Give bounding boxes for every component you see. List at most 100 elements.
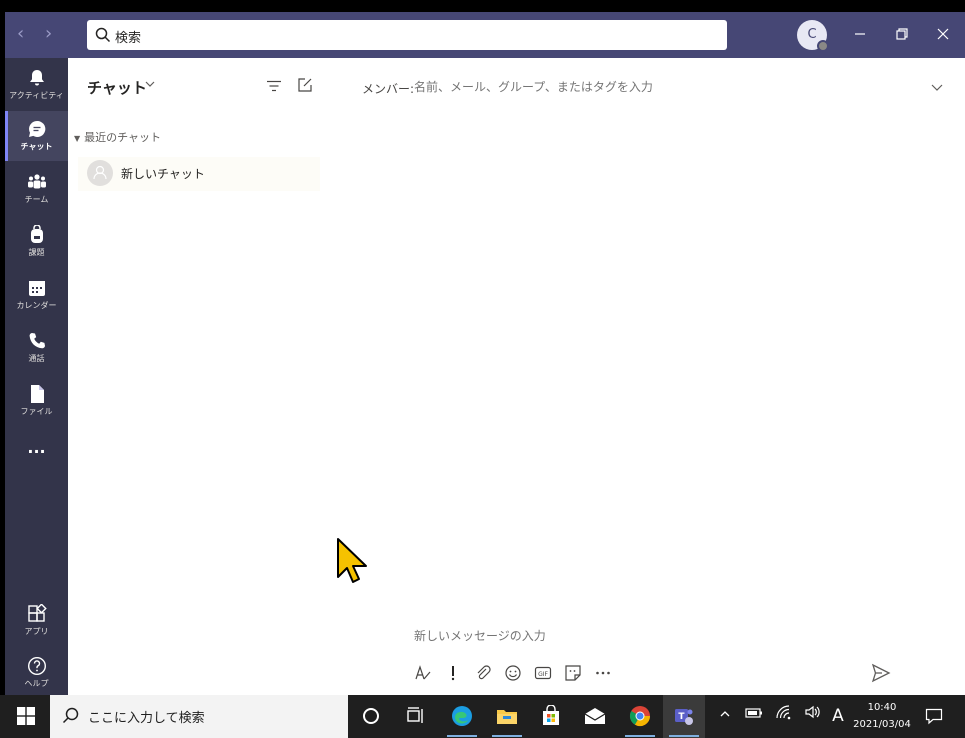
rail-label: ヘルプ xyxy=(24,679,49,688)
recent-chats-label: 最近のチャット xyxy=(84,131,162,144)
main-pane: メンバー: GIF xyxy=(330,58,965,695)
windows-taskbar: ここに入力して検索 T A 10:40 2021/03/04 xyxy=(0,695,965,738)
rail-item-teams[interactable]: チーム xyxy=(5,164,68,214)
taskbar-search-placeholder: ここに入力して検索 xyxy=(88,711,205,726)
title-bar: ‹ › 検索 C xyxy=(5,12,965,58)
mouse-cursor-icon xyxy=(337,538,367,583)
rail-label: 課題 xyxy=(28,248,45,257)
wifi-icon xyxy=(776,705,791,720)
minimize-button[interactable] xyxy=(845,22,875,48)
rail-label: チーム xyxy=(24,195,49,204)
network-button[interactable] xyxy=(770,695,798,738)
rail-item-assignments[interactable]: 課題 xyxy=(5,217,68,267)
close-button[interactable] xyxy=(928,22,958,48)
back-arrow-icon[interactable]: ‹ xyxy=(17,24,24,44)
recipient-input[interactable] xyxy=(414,80,914,94)
volume-button[interactable] xyxy=(799,695,827,738)
file-icon xyxy=(30,385,44,403)
start-button[interactable] xyxy=(0,695,50,738)
chevron-down-icon[interactable] xyxy=(144,78,156,93)
restore-icon xyxy=(896,28,908,40)
cortana-button[interactable] xyxy=(350,695,392,738)
teams-logo-icon: T xyxy=(675,709,693,725)
chevron-down-icon[interactable] xyxy=(930,80,944,97)
attach-icon[interactable] xyxy=(473,663,493,683)
emoji-icon[interactable] xyxy=(503,663,523,683)
rail-label: 通話 xyxy=(28,354,45,363)
notification-icon xyxy=(925,708,943,725)
chat-list-pane: チャット ▼ 最近のチャット 新しいチャット xyxy=(68,58,330,695)
show-hidden-icons-button[interactable] xyxy=(712,695,738,738)
rail-item-help[interactable]: ヘルプ xyxy=(5,648,68,698)
more-apps-button[interactable]: ··· xyxy=(5,438,68,468)
edge-icon xyxy=(452,706,472,726)
battery-icon xyxy=(745,708,762,718)
restore-button[interactable] xyxy=(887,22,917,48)
more-icon: ··· xyxy=(27,442,46,461)
chrome-icon xyxy=(629,706,651,727)
forward-arrow-icon[interactable]: › xyxy=(45,24,52,44)
rail-item-apps[interactable]: アプリ xyxy=(5,596,68,646)
action-center-button[interactable] xyxy=(918,695,960,738)
search-icon xyxy=(95,27,111,43)
edge-app[interactable] xyxy=(441,695,483,738)
system-clock[interactable]: 10:40 2021/03/04 xyxy=(846,699,918,733)
recent-chats-header[interactable]: ▼ 最近のチャット xyxy=(74,129,161,145)
store-app[interactable] xyxy=(530,695,572,738)
file-explorer-app[interactable] xyxy=(486,695,528,738)
store-icon xyxy=(543,705,559,725)
rail-label: アクティビティ xyxy=(9,91,64,100)
minimize-icon xyxy=(855,33,865,35)
search-placeholder: 検索 xyxy=(115,31,142,46)
cortana-icon xyxy=(363,708,379,724)
chat-list-title[interactable]: チャット xyxy=(87,77,147,98)
rail-label: アプリ xyxy=(24,627,49,636)
calendar-icon xyxy=(28,281,45,296)
chevron-up-icon xyxy=(720,711,730,717)
teams-app[interactable]: T xyxy=(663,695,705,738)
sticker-icon[interactable] xyxy=(563,663,583,683)
important-icon[interactable] xyxy=(443,663,463,683)
task-view-button[interactable] xyxy=(395,695,437,738)
user-avatar[interactable]: C xyxy=(797,20,829,52)
clock-date: 2021/03/04 xyxy=(853,719,911,730)
backpack-icon xyxy=(30,225,43,243)
more-options-icon[interactable] xyxy=(593,663,613,683)
folder-icon xyxy=(497,710,517,724)
battery-button[interactable] xyxy=(740,695,768,738)
rail-label: ファイル xyxy=(20,407,53,416)
mail-app[interactable] xyxy=(574,695,616,738)
filter-icon[interactable] xyxy=(266,78,282,94)
mail-icon xyxy=(584,708,606,724)
speaker-icon xyxy=(805,705,820,719)
chat-icon xyxy=(28,120,45,137)
svg-text:T: T xyxy=(678,712,685,722)
search-input[interactable]: 検索 xyxy=(87,20,727,50)
rail-item-activity[interactable]: アクティビティ xyxy=(5,60,68,110)
chat-name: 新しいチャット xyxy=(121,167,205,181)
chrome-app[interactable] xyxy=(619,695,661,738)
rail-label: カレンダー xyxy=(16,301,57,310)
new-chat-icon[interactable] xyxy=(297,77,313,93)
rail-label: チャット xyxy=(20,142,53,151)
rail-item-files[interactable]: ファイル xyxy=(5,376,68,426)
message-input[interactable] xyxy=(414,629,894,643)
rail-item-calls[interactable]: 通話 xyxy=(5,323,68,373)
send-icon[interactable] xyxy=(870,662,892,684)
rail-item-chat[interactable]: チャット xyxy=(5,111,68,161)
windows-logo-icon xyxy=(17,707,35,725)
bell-icon xyxy=(29,70,44,86)
taskbar-search-input[interactable]: ここに入力して検索 xyxy=(50,695,348,738)
gif-icon[interactable]: GIF xyxy=(533,663,553,683)
list-item[interactable]: 新しいチャット xyxy=(78,157,320,191)
apps-icon xyxy=(27,604,47,622)
caret-down-icon: ▼ xyxy=(74,134,81,143)
task-view-icon xyxy=(407,707,423,723)
rail-item-calendar[interactable]: カレンダー xyxy=(5,270,68,320)
to-label: メンバー: xyxy=(362,82,415,96)
format-icon[interactable] xyxy=(413,663,433,683)
avatar-initial: C xyxy=(807,27,817,42)
help-icon xyxy=(27,656,46,676)
compose-box[interactable] xyxy=(408,623,928,651)
phone-icon xyxy=(29,333,45,349)
